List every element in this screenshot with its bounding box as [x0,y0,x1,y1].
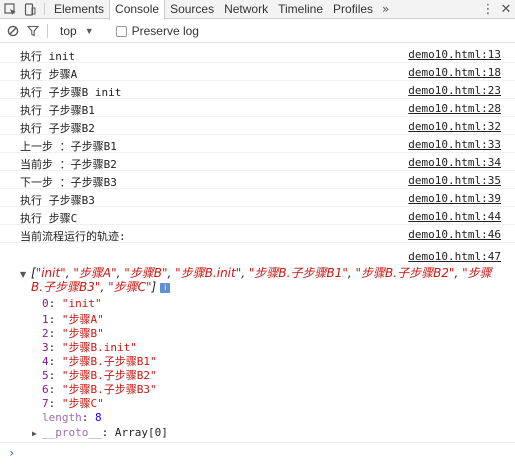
filter-icon[interactable] [23,25,43,37]
preview-item: "步骤B.子步骤B1" [248,266,348,280]
console-message: 执行 子步骤B init demo10.html:23 [0,81,515,99]
console-message: 执行 子步骤B3 demo10.html:39 [0,189,515,207]
source-link[interactable]: demo10.html:44 [408,210,501,223]
tab-console[interactable]: Console [109,0,166,20]
console-message: 执行 子步骤B1 demo10.html:28 [0,99,515,117]
toolbar-divider [47,24,48,38]
message-text: 执行 子步骤B1 [20,104,95,117]
property-key: __proto__ [42,426,102,439]
expand-triangle-icon[interactable]: ▼ [20,270,26,279]
preserve-log-toggle[interactable]: Preserve log [115,24,199,38]
context-selector[interactable]: top ▼ [60,24,94,38]
property-value: Array[0] [114,426,168,439]
source-link[interactable]: demo10.html:47 [408,250,501,263]
toolbar-divider [44,3,45,15]
array-proto-row[interactable]: ▶ __proto__: Array[0] [0,426,515,440]
chevron-down-icon: ▼ [84,26,94,36]
console-message: 执行 init demo10.html:13 [0,45,515,63]
source-link[interactable]: demo10.html:13 [408,48,501,61]
console-message: 下一步 ：子步骤B3 demo10.html:35 [0,171,515,189]
tab-elements[interactable]: Elements [49,0,109,18]
console-message: 执行 子步骤B2 demo10.html:32 [0,117,515,135]
console-message: 当前流程运行的轨迹: demo10.html:46 [0,225,515,243]
source-link[interactable]: demo10.html:28 [408,102,501,115]
console-message: 当前步 ：子步骤B2 demo10.html:34 [0,153,515,171]
console-message: demo10.html:47 [0,247,515,265]
message-text: 执行 子步骤B3 [20,194,95,207]
message-text: 执行 步骤C [20,212,78,225]
source-link[interactable]: demo10.html:33 [408,138,501,151]
message-text: 下一步 ：子步骤B3 [20,176,117,189]
console-message: 上一步 ：子步骤B1 demo10.html:33 [0,135,515,153]
message-text: 上一步 ：子步骤B1 [20,140,117,153]
console-messages: 执行 init demo10.html:13 执行 步骤A demo10.htm… [0,44,515,464]
customize-menu-icon[interactable]: ⋮ [479,2,497,17]
console-message: 执行 步骤A demo10.html:18 [0,63,515,81]
source-link[interactable]: demo10.html:23 [408,84,501,97]
source-link[interactable]: demo10.html:32 [408,120,501,133]
message-text: 当前流程运行的轨迹: [20,230,126,243]
clear-console-icon[interactable] [3,25,23,37]
preserve-log-checkbox[interactable] [115,25,127,37]
preview-item: "步骤A" [73,266,117,280]
console-message: 执行 步骤C demo10.html:44 [0,207,515,225]
more-tabs-button[interactable]: » [378,0,393,18]
source-link[interactable]: demo10.html:46 [408,228,501,241]
console-prompt[interactable]: › [0,442,515,460]
inspect-element-icon[interactable] [0,0,20,18]
source-link[interactable]: demo10.html:39 [408,192,501,205]
tab-timeline[interactable]: Timeline [273,0,328,18]
preview-item: "步骤B.子步骤B2" [355,266,455,280]
message-text: 当前步 ：子步骤B2 [20,158,117,171]
console-toolbar: top ▼ Preserve log [0,20,515,43]
preview-item: "init" [35,266,66,280]
device-mode-icon[interactable] [20,0,40,18]
message-text: 执行 子步骤B2 [20,122,95,135]
prompt-caret-icon: › [8,446,16,460]
preview-item: "步骤B" [124,266,168,280]
source-link[interactable]: demo10.html:35 [408,174,501,187]
info-icon[interactable]: i [160,282,171,293]
source-link[interactable]: demo10.html:34 [408,156,501,169]
preview-item: "步骤B.init" [175,266,242,280]
devtools-tab-bar: Elements Console Sources Network Timelin… [0,0,515,20]
tab-network[interactable]: Network [219,0,273,18]
message-text: 执行 init [20,50,76,63]
expand-triangle-icon[interactable]: ▶ [32,429,37,438]
array-preview[interactable]: ["init", "步骤A", "步骤B", "步骤B.init", "步骤B.… [31,266,501,294]
preserve-log-label: Preserve log [131,24,199,38]
message-text: 执行 步骤A [20,68,78,81]
source-link[interactable]: demo10.html:18 [408,66,501,79]
close-icon[interactable]: ✕ [497,2,515,17]
tab-sources[interactable]: Sources [165,0,219,18]
message-text: 执行 子步骤B init [20,86,122,99]
preview-item: "步骤C" [108,280,152,294]
context-value: top [60,24,77,38]
tab-profiles[interactable]: Profiles [328,0,378,18]
